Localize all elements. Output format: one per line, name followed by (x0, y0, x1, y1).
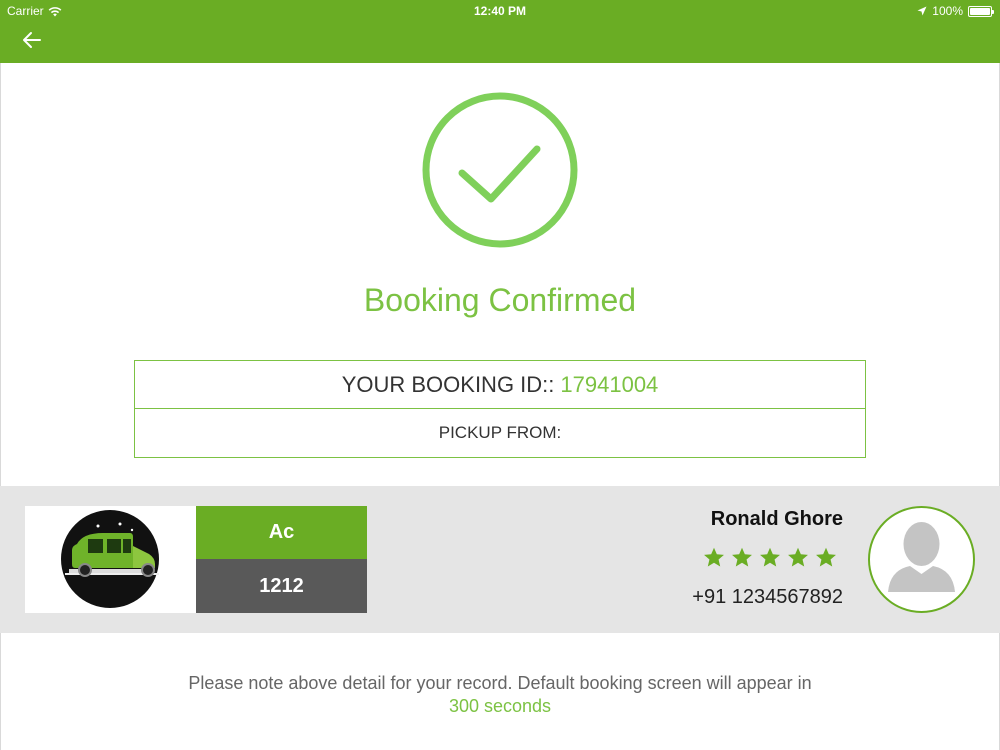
status-bar: Carrier 12:40 PM 100% (0, 0, 1000, 22)
footer-note-text: Please note above detail for your record… (188, 673, 812, 693)
booking-id-value: 17941004 (560, 371, 659, 397)
driver-band: Ac 1212 Ronald Ghore +91 1234567892 (0, 486, 1000, 633)
star-icon (704, 547, 724, 567)
driver-rating (703, 547, 837, 568)
battery-percent: 100% (932, 4, 963, 18)
page-title: Booking Confirmed (363, 282, 637, 318)
battery-level (970, 7, 990, 15)
check-circle-icon (422, 92, 578, 248)
star-icon (788, 547, 808, 567)
back-button[interactable] (18, 29, 46, 51)
battery-icon (968, 5, 994, 17)
arrow-left-icon (23, 32, 41, 48)
location-arrow-icon (917, 6, 927, 16)
driver-phone[interactable]: +91 1234567892 (692, 586, 843, 609)
status-time: 12:40 PM (473, 4, 527, 18)
auto-rickshaw-icon (61, 510, 159, 608)
vehicle-type: Ac (196, 506, 367, 559)
star-icon (732, 547, 752, 567)
countdown-seconds: 300 seconds (448, 696, 552, 716)
pickup-row: PICKUP FROM: (135, 409, 865, 457)
vehicle-image (25, 506, 196, 613)
avatar (868, 506, 975, 613)
footer-note: Please note above detail for your record… (0, 672, 1000, 718)
booking-id-row: YOUR BOOKING ID:: 17941004 (135, 361, 865, 409)
booking-info-box: YOUR BOOKING ID:: 17941004 PICKUP FROM: (134, 360, 866, 458)
star-icon (816, 547, 836, 567)
status-right: 100% (917, 4, 994, 18)
driver-name: Ronald Ghore (710, 508, 843, 530)
star-icon (760, 547, 780, 567)
user-avatar-icon (888, 522, 955, 592)
booking-id-label: YOUR BOOKING ID:: (341, 371, 555, 397)
vehicle-number: 1212 (196, 559, 367, 613)
pickup-label: PICKUP FROM: (438, 423, 562, 442)
